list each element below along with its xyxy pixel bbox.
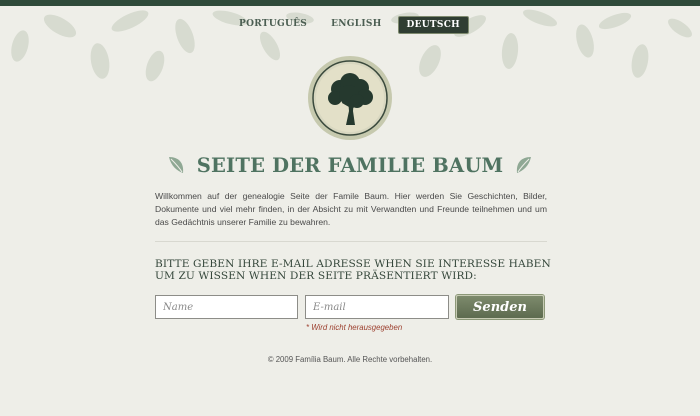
footer-copyright: © 2009 Família Baum. Alle Rechte vorbeha… bbox=[267, 355, 433, 364]
name-input[interactable] bbox=[155, 295, 298, 319]
title-row: SEITE DER FAMILIE BAUM bbox=[150, 150, 550, 180]
send-button[interactable]: Senden bbox=[456, 295, 544, 319]
intro-text: Willkommen auf der genealogie Seite der … bbox=[155, 191, 547, 227]
language-nav: PORTUGUÊS ENGLISH DEUTSCH bbox=[0, 16, 700, 34]
signup-heading: BITTE GEBEN IHRE E-MAIL ADRESSE WHEN SIE… bbox=[155, 258, 555, 282]
divider bbox=[155, 241, 547, 242]
leaf-flourish-icon bbox=[517, 157, 532, 173]
signup-heading-line1: BITTE GEBEN IHRE E-MAIL ADRESSE WHEN SIE… bbox=[155, 258, 551, 270]
language-link-deutsch[interactable]: DEUTSCH bbox=[397, 16, 469, 34]
language-link-portugues[interactable]: PORTUGUÊS bbox=[231, 16, 315, 34]
tree-emblem-icon bbox=[308, 56, 392, 140]
email-input[interactable] bbox=[305, 295, 449, 319]
page-title: SEITE DER FAMILIE BAUM bbox=[196, 153, 504, 177]
signup-heading-line2: UM ZU WISSEN WHEN DER SEITE PRÄSENTIERT … bbox=[155, 270, 477, 282]
privacy-note: * Wird nicht herausgegeben bbox=[306, 323, 403, 332]
leaf-flourish-icon bbox=[168, 157, 183, 173]
language-link-english[interactable]: ENGLISH bbox=[323, 16, 389, 34]
